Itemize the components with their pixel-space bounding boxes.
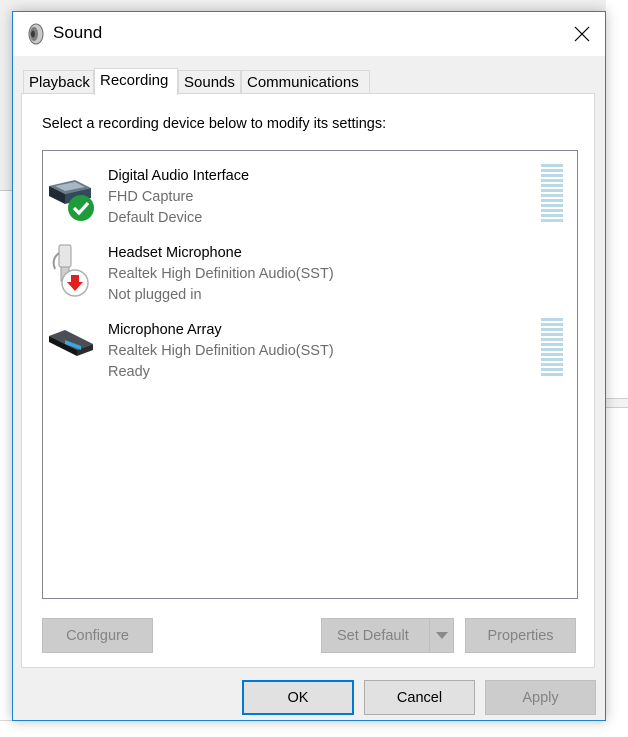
tab-communications[interactable]: Communications: [241, 70, 370, 94]
window-title: Sound: [53, 23, 103, 42]
properties-button[interactable]: Properties: [465, 618, 576, 653]
microphone-array-icon: [49, 330, 93, 356]
chevron-down-icon: [435, 631, 448, 639]
list-item[interactable]: Digital Audio Interface FHD Capture Defa…: [43, 156, 577, 233]
device-description: Realtek High Definition Audio(SST): [108, 343, 334, 359]
background-panel-bottom: [0, 720, 628, 737]
ok-button[interactable]: OK: [242, 680, 354, 715]
instruction-text: Select a recording device below to modif…: [42, 116, 387, 132]
apply-button[interactable]: Apply: [485, 680, 596, 715]
capture-device-icon: [49, 180, 94, 221]
recording-panel: Select a recording device below to modif…: [21, 93, 595, 668]
level-meter: [541, 318, 563, 378]
default-check-icon: [68, 195, 94, 221]
level-meter: [541, 164, 563, 224]
device-status: Not plugged in: [108, 287, 202, 303]
speaker-icon: [28, 23, 44, 45]
close-button[interactable]: [559, 12, 605, 56]
background-divider: [606, 398, 628, 408]
device-name: Microphone Array: [108, 322, 222, 338]
device-description: FHD Capture: [108, 189, 194, 205]
device-status: Default Device: [108, 210, 203, 226]
device-description: Realtek High Definition Audio(SST): [108, 266, 334, 282]
set-default-button[interactable]: Set Default: [321, 618, 454, 653]
tab-playback[interactable]: Playback: [23, 70, 94, 94]
sound-dialog: Sound Playback Recording Sounds Communic…: [12, 11, 606, 721]
title-bar[interactable]: Sound: [13, 12, 605, 56]
list-item[interactable]: Microphone Array Realtek High Definition…: [43, 310, 577, 387]
recording-device-list[interactable]: Digital Audio Interface FHD Capture Defa…: [42, 150, 578, 599]
close-icon: [574, 26, 590, 42]
background-panel-left: [0, 190, 12, 737]
background-panel-right: [606, 0, 628, 737]
cancel-button[interactable]: Cancel: [364, 680, 475, 715]
headset-microphone-icon: [52, 244, 89, 297]
device-status: Ready: [108, 364, 150, 380]
set-default-dropdown[interactable]: [429, 619, 453, 652]
set-default-label: Set Default: [337, 627, 409, 644]
tab-sounds[interactable]: Sounds: [178, 70, 241, 94]
device-name: Digital Audio Interface: [108, 168, 250, 184]
configure-button[interactable]: Configure: [42, 618, 153, 653]
list-item[interactable]: Headset Microphone Realtek High Definiti…: [43, 233, 577, 310]
device-name: Headset Microphone: [108, 245, 242, 261]
tab-recording[interactable]: Recording: [94, 68, 178, 95]
